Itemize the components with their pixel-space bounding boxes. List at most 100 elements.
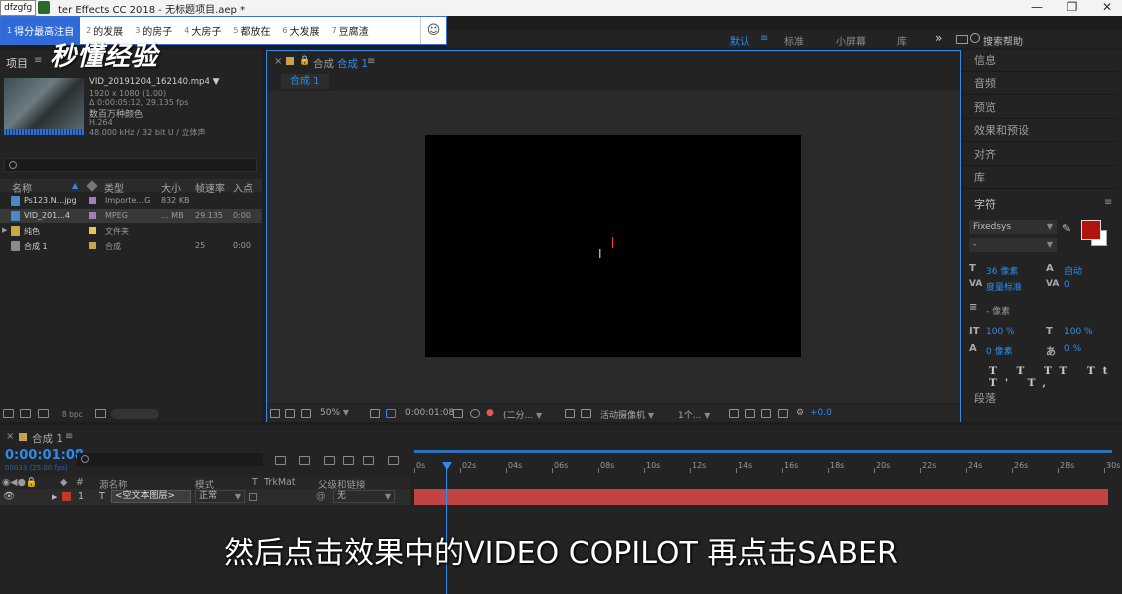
emoji-icon[interactable]: ☺ [420, 17, 446, 44]
new-folder-icon[interactable] [20, 409, 31, 418]
label-column-icon[interactable] [86, 180, 98, 192]
interpret-footage-icon[interactable] [3, 409, 14, 418]
workspace-small-screen[interactable]: 小屏幕 [836, 33, 866, 48]
project-row[interactable]: VID_201...4 MPEG ... MB 29.135 0:00 [0, 209, 262, 223]
camera-select[interactable]: 活动摄像机 ▼ [600, 408, 654, 421]
pick-whip-icon[interactable]: @ [316, 491, 326, 502]
lock-icon[interactable]: 🔒 [299, 56, 310, 66]
timeline-menu-icon[interactable]: ≡ [65, 431, 73, 442]
workspace-more-icon[interactable]: » [935, 31, 942, 45]
preserve-transparency-checkbox[interactable] [249, 493, 257, 501]
workspace-library[interactable]: 库 [897, 33, 907, 48]
column-size[interactable]: 大小 [161, 180, 181, 195]
character-menu-icon[interactable]: ≡ [1104, 197, 1112, 208]
project-row[interactable]: Ps123.N...jpg Importe...G 832 KB [0, 194, 262, 208]
tsume-value[interactable]: 0 % [1064, 344, 1081, 354]
transparency-grid-icon[interactable] [581, 409, 591, 418]
exposure-icon[interactable]: ⚙ [796, 408, 804, 418]
channel-icon[interactable]: ● [486, 408, 494, 418]
camera-snapshot-icon[interactable] [453, 409, 463, 418]
ime-candidate[interactable]: 7 豆腐渣 [326, 17, 375, 44]
close-tab-icon[interactable]: × [274, 56, 282, 67]
layer-row[interactable]: 👁 ▶ 1 T <空文本图层> 正常 ▼ @ 无 ▼ [0, 489, 410, 505]
expand-arrow-icon[interactable]: ▶ [52, 493, 57, 501]
footage-name[interactable]: VID_20191204_162140.mp4 ▼ [89, 77, 220, 87]
panel-info[interactable]: 信息 [963, 50, 1118, 72]
flowchart-icon[interactable] [778, 409, 788, 418]
horizontal-scale-value[interactable]: 100 % [1064, 327, 1093, 337]
draft-3d-icon[interactable] [299, 456, 310, 465]
resolution-select[interactable]: (二分... ▼ [503, 408, 542, 421]
current-time[interactable]: 0:00:01:08 [405, 408, 454, 418]
project-row[interactable]: ▶ 纯色 文件夹 [0, 224, 262, 238]
font-family-select[interactable]: Fixedsys ▼ [969, 220, 1057, 234]
show-snapshot-icon[interactable] [470, 409, 480, 418]
workspace-default[interactable]: 默认 [730, 33, 750, 48]
playhead-handle-icon[interactable] [442, 462, 452, 470]
eyedropper-icon[interactable]: ✎ [1062, 222, 1071, 235]
panel-character[interactable]: 字符 [974, 196, 996, 212]
column-in-point[interactable]: 入点 [233, 180, 253, 195]
baseline-shift-value[interactable]: 0 像素 [986, 344, 1013, 357]
label-column-icon[interactable]: ◆ [60, 477, 67, 488]
layer-label-color[interactable] [62, 492, 71, 501]
panel-paragraph[interactable]: 段落 [974, 390, 996, 406]
fill-color-swatch[interactable] [1081, 220, 1101, 240]
panel-align[interactable]: 对齐 [963, 144, 1118, 166]
dropdown-arrow-icon[interactable]: ▼ [213, 77, 220, 87]
timeline-icon[interactable] [761, 409, 771, 418]
monitor-icon[interactable] [285, 409, 295, 418]
expand-arrow-icon[interactable]: ▶ [2, 226, 7, 234]
column-number[interactable]: # [76, 477, 84, 488]
tracking-value[interactable]: 0 [1064, 280, 1070, 290]
views-select[interactable]: 1个... ▼ [678, 408, 710, 421]
grid-guides-icon[interactable] [370, 409, 380, 418]
ime-candidate[interactable]: 5 都放在 [227, 17, 276, 44]
kerning-value[interactable]: 度量标准 [986, 280, 1022, 293]
time-ruler[interactable]: 0s 02s 04s 06s 08s 10s 12s 14s 16s 18s 20s 22s 24s 26… [414, 453, 1120, 473]
maximize-button[interactable]: ❐ [1055, 0, 1089, 16]
font-style-select[interactable]: - ▼ [969, 238, 1057, 252]
text-style-buttons[interactable]: T T TT Tt T' T, [989, 365, 1122, 389]
hide-shy-layers-icon[interactable] [324, 456, 335, 465]
composition-canvas[interactable]: I [425, 135, 801, 357]
frame-blending-icon[interactable] [343, 456, 354, 465]
font-size-value[interactable]: 36 像素 [986, 264, 1018, 277]
close-button[interactable]: ✕ [1090, 0, 1122, 16]
composition-tab-name[interactable]: 合成 1 [337, 56, 368, 71]
layer-duration-bar[interactable] [414, 489, 1108, 505]
new-composition-icon[interactable] [38, 409, 49, 418]
always-preview-icon[interactable] [270, 409, 280, 418]
thumbnail-size-slider[interactable] [111, 409, 159, 419]
motion-blur-icon[interactable] [363, 456, 374, 465]
project-tab[interactable]: 项目 [6, 55, 28, 71]
trash-icon[interactable] [95, 409, 106, 418]
project-search-input[interactable] [4, 158, 257, 172]
stroke-width-value[interactable]: - 像素 [986, 304, 1010, 317]
panel-effects-presets[interactable]: 效果和预设 [963, 120, 1118, 142]
visibility-eye-icon[interactable]: 👁 [3, 491, 15, 502]
composition-menu-icon[interactable]: ≡ [367, 56, 375, 67]
zoom-select[interactable]: 50% ▼ [320, 408, 349, 418]
timeline-search-input[interactable] [77, 453, 263, 466]
vertical-scale-value[interactable]: 100 % [986, 327, 1015, 337]
workspace-menu-icon[interactable]: ≡ [760, 33, 768, 44]
composition-mini-flowchart-icon[interactable] [275, 456, 286, 465]
vr-icon[interactable] [301, 409, 311, 418]
mask-visibility-icon[interactable] [386, 409, 396, 418]
project-menu-icon[interactable]: ≡ [34, 55, 42, 66]
panel-library[interactable]: 库 [963, 167, 1118, 189]
parent-select[interactable]: 无 ▼ [333, 490, 395, 503]
sort-ascending-icon[interactable]: ▲ [72, 181, 78, 190]
timeline-tab[interactable]: 合成 1 [32, 431, 63, 446]
sync-settings-icon[interactable] [956, 35, 968, 44]
column-frame-rate[interactable]: 帧速率 [195, 180, 225, 195]
graph-editor-icon[interactable] [388, 456, 399, 465]
close-tab-icon[interactable]: × [6, 431, 14, 442]
panel-audio[interactable]: 音频 [963, 73, 1118, 95]
panel-preview[interactable]: 预览 [963, 97, 1118, 119]
exposure-value[interactable]: +0.0 [810, 408, 832, 418]
column-trkmat[interactable]: TrkMat [264, 477, 296, 488]
search-help-field[interactable]: 搜索帮助 [983, 33, 1023, 48]
av-features-icon[interactable]: ◉◀●🔒 [2, 477, 38, 488]
